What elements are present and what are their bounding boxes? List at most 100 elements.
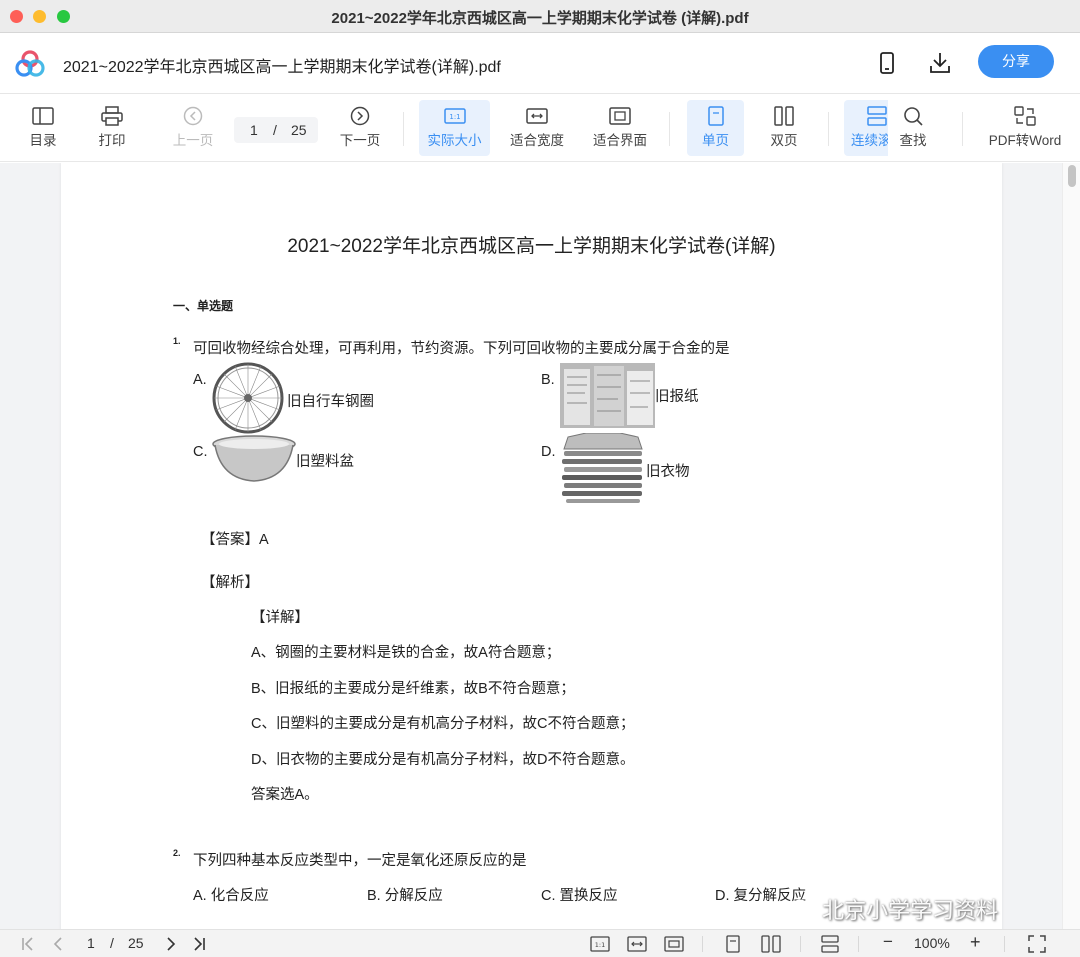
find-label: 查找 [899,133,927,148]
window-title: 2021~2022学年北京西城区高一上学期期末化学试卷 (详解).pdf [331,10,749,27]
folded-clothes-image [562,433,643,503]
continuous-scroll-small-icon[interactable] [820,935,840,953]
actual-size-label: 实际大小 [427,133,482,148]
detail-heading: 【详解】 [251,610,309,626]
wechat-icon [790,899,816,920]
page-heading: 2021~2022学年北京西城区高一上学期期末化学试卷(详解) [287,236,776,257]
next-page-button[interactable]: 下一页 [334,100,386,156]
window-titlebar: 2021~2022学年北京西城区高一上学期期末化学试卷 (详解).pdf [0,0,1080,33]
chevron-right-circle-icon [350,106,370,126]
bottom-divider [1004,936,1005,952]
convert-icon [1014,106,1036,126]
single-page-button[interactable]: 单页 [687,100,744,156]
prev-page-button[interactable]: 上一页 [165,100,221,156]
printer-icon [101,106,123,126]
double-page-icon [774,106,794,126]
plastic-basin-image [212,435,296,482]
document-title: 2021~2022学年北京西城区高一上学期期末化学试卷(详解).pdf [63,59,501,76]
section-heading: 一、单选题 [173,299,234,313]
fullscreen-icon[interactable] [1028,935,1046,953]
toc-button[interactable]: 目录 [18,100,68,156]
page-current: 1 [250,122,258,138]
option-letter: B. [541,372,555,388]
bottom-divider [702,936,703,952]
chevron-left-circle-icon [183,106,203,126]
single-page-icon [707,106,724,126]
toolbar-divider [962,112,963,146]
search-icon [904,107,923,126]
vertical-scrollbar[interactable] [1062,163,1080,929]
fit-width-icon [526,108,548,124]
explanation-line: A、钢圈的主要材料是铁的合金，故A符合题意； [251,645,561,661]
bottom-page-current[interactable]: 1 [87,935,95,951]
actual-size-icon: 1:1 [443,108,466,124]
option-text: 旧塑料盆 [296,454,354,470]
find-button[interactable]: 查找 [890,100,936,156]
fit-width-small-icon[interactable] [627,935,647,953]
question-number: 1. [173,336,181,346]
continuous-scroll-label: 连续滚 [851,133,888,148]
fit-screen-button[interactable]: 适合界面 [589,100,651,156]
toc-label: 目录 [29,133,57,148]
single-page-small-icon[interactable] [724,935,742,953]
zoom-level: 100% [914,935,950,951]
phone-icon[interactable] [874,50,900,76]
option-text: 旧自行车钢圈 [287,394,374,410]
fit-width-button[interactable]: 适合宽度 [506,100,568,156]
next-page-icon[interactable] [163,936,179,952]
bottom-divider [858,936,859,952]
newspaper-image [560,363,655,428]
option-letter: A. [193,372,207,388]
actual-size-small-icon[interactable]: 1:1 [590,935,610,953]
print-button[interactable]: 打印 [88,100,136,156]
double-page-button[interactable]: 双页 [760,100,808,156]
page-number-input[interactable]: 1 / 25 [234,117,318,143]
zoom-in-button[interactable]: + [970,932,981,953]
share-button[interactable]: 分享 [978,45,1054,78]
download-icon[interactable] [927,50,953,76]
print-label: 打印 [98,133,126,148]
explanation-line: C、旧塑料的主要成分是有机高分子材料，故C不符合题意； [251,716,635,732]
option-text: A. 化合反应 [193,888,269,904]
explanation-line: D、旧衣物的主要成分是有机高分子材料，故D不符合题意。 [251,752,635,768]
option-text: 旧衣物 [646,464,690,480]
app-logo-icon [15,50,45,77]
double-page-small-icon[interactable] [761,935,781,953]
bottom-page-total: 25 [128,935,144,951]
toolbar-divider [828,112,829,146]
pdf-to-word-button[interactable]: PDF转Word [982,100,1068,156]
actual-size-button[interactable]: 1:1 实际大小 [419,100,490,156]
option-text: 旧报纸 [655,389,699,405]
double-page-label: 双页 [770,133,798,148]
toolbar-divider [403,112,404,146]
answer: 【答案】A [201,532,269,548]
page-separator: / [273,122,277,138]
fit-screen-label: 适合界面 [593,133,647,148]
svg-text:1:1: 1:1 [449,113,460,121]
first-page-icon[interactable] [20,936,36,952]
continuous-scroll-button[interactable]: 连续滚 [844,100,888,156]
option-letter: C. [193,444,208,460]
prev-page-icon[interactable] [50,936,66,952]
fit-width-label: 适合宽度 [510,133,564,148]
option-text: B. 分解反应 [367,888,443,904]
toc-icon [32,107,54,125]
watermark: 北京小学学习资料 [790,893,998,925]
continuous-scroll-icon [867,106,887,126]
last-page-icon[interactable] [191,936,207,952]
pdf-page: 2021~2022学年北京西城区高一上学期期末化学试卷(详解) 一、单选题 1.… [61,163,1002,929]
fit-screen-icon [609,107,631,125]
document-viewer[interactable]: 2021~2022学年北京西城区高一上学期期末化学试卷(详解) 一、单选题 1.… [0,163,1080,929]
bicycle-wheel-image [212,362,284,434]
option-text: C. 置换反应 [541,888,618,904]
next-page-label: 下一页 [339,133,381,148]
scrollbar-thumb[interactable] [1068,165,1076,187]
zoom-out-button[interactable]: − [883,932,893,952]
bottom-divider [800,936,801,952]
question-text: 可回收物经综合处理，可再利用，节约资源。下列可回收物的主要成分属于合金的是 [193,341,730,357]
page-total: 25 [291,122,307,138]
option-letter: D. [541,444,556,460]
explanation-line: B、旧报纸的主要成分是纤维素，故B不符合题意； [251,681,575,697]
question-text: 下列四种基本反应类型中，一定是氧化还原反应的是 [193,853,527,869]
fit-screen-small-icon[interactable] [664,935,684,953]
